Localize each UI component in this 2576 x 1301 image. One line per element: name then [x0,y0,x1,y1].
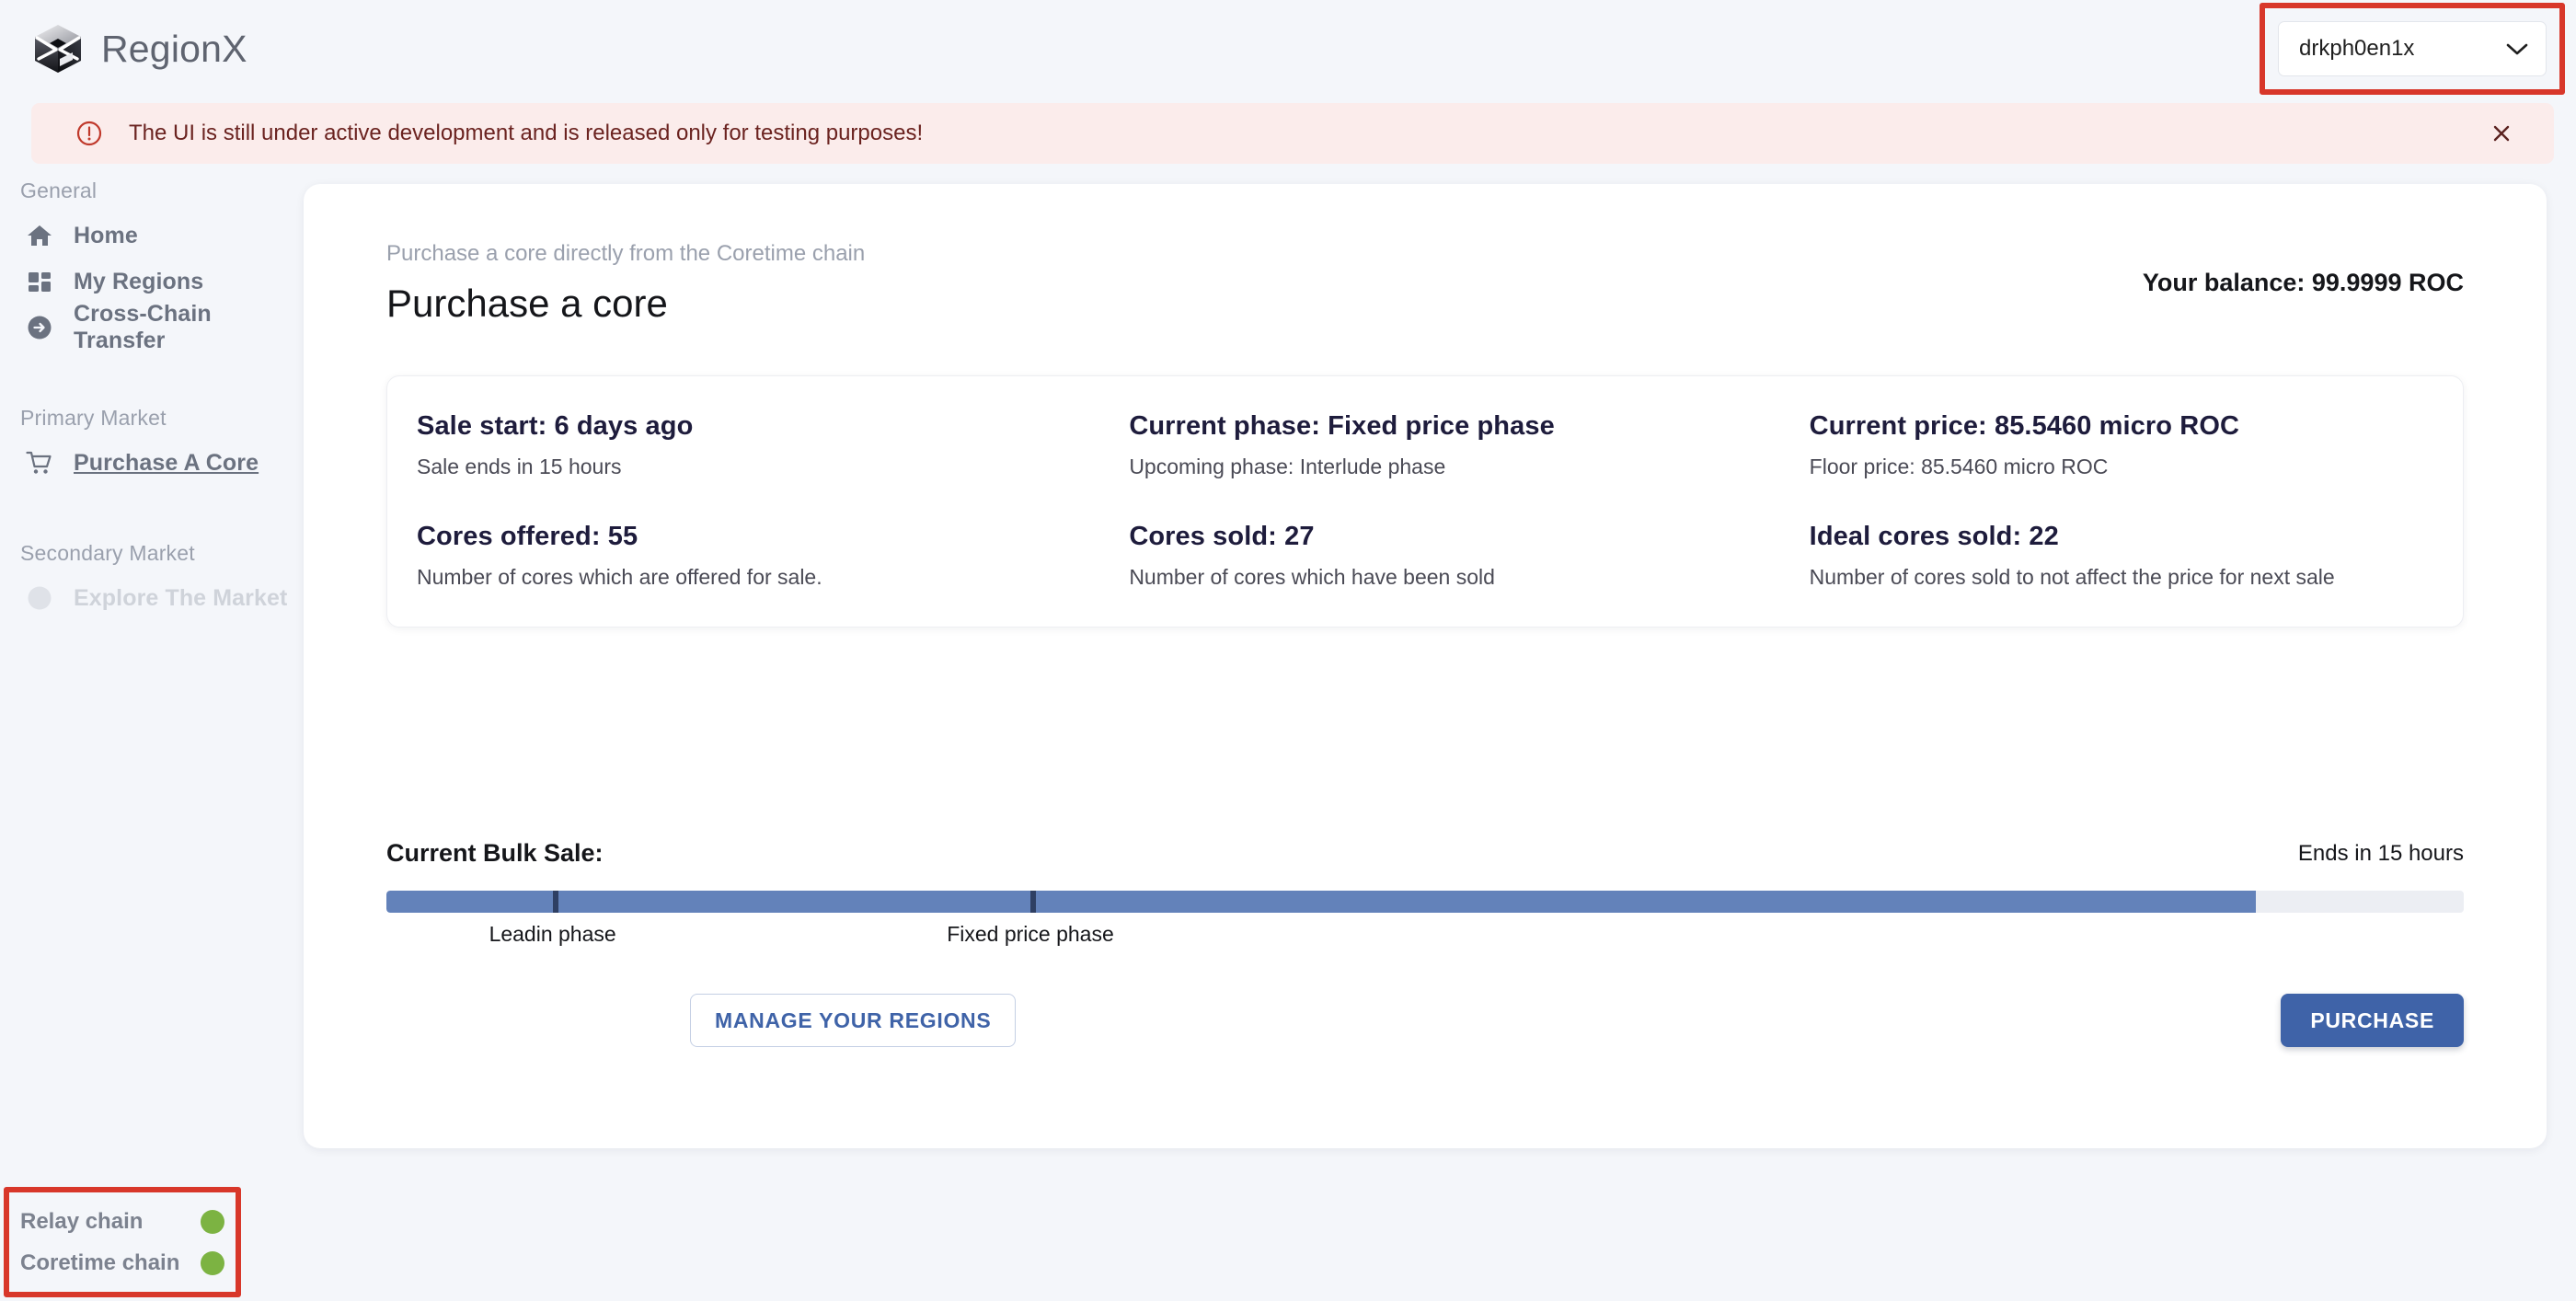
cores-offered-cell: Cores offered: 55 Number of cores which … [387,522,1099,590]
sidebar-item-home[interactable]: Home [0,213,304,259]
chain-status-coretime: Coretime chain [20,1242,224,1284]
current-price-heading: Current price: 85.5460 micro ROC [1810,411,2463,442]
account-selector[interactable]: drkph0en1x [2278,21,2547,76]
sale-start-cell: Sale start: 6 days ago Sale ends in 15 h… [387,411,1099,479]
sale-info-card: Sale start: 6 days ago Sale ends in 15 h… [386,375,2464,627]
chevron-down-icon [2505,41,2529,56]
bulk-sale-ends-in: Ends in 15 hours [2298,841,2464,867]
home-icon [26,222,53,249]
page-title: Purchase a core [386,282,865,326]
sale-start-sub: Sale ends in 15 hours [417,455,1099,479]
sidebar-item-my-regions[interactable]: My Regions [0,259,304,305]
phase-marker-leadin [553,891,558,913]
sidebar-item-label: Home [74,223,138,249]
ideal-cores-sold-cell: Ideal cores sold: 22 Number of cores sol… [1780,522,2463,590]
status-dot-icon [201,1251,224,1275]
floor-price-sub: Floor price: 85.5460 micro ROC [1810,455,2463,479]
sidebar-item-label: My Regions [74,269,203,295]
bulk-sale-title: Current Bulk Sale: [386,839,604,868]
page-subtitle: Purchase a core directly from the Coreti… [386,241,865,267]
bulk-sale-progress-bar[interactable] [386,891,2464,913]
chain-status-relay: Relay chain [20,1201,224,1242]
account-name: drkph0en1x [2299,36,2414,62]
dev-warning-alert: The UI is still under active development… [31,103,2554,164]
sidebar-item-cross-chain-transfer[interactable]: Cross-Chain Transfer [0,305,304,351]
sidebar-item-label: Explore The Market [74,585,287,612]
sidebar-section-secondary-market: Secondary Market [20,541,304,566]
status-dot-icon [201,1210,224,1234]
brand-name: RegionX [101,28,247,71]
sale-start-heading: Sale start: 6 days ago [417,411,1099,442]
current-price-cell: Current price: 85.5460 micro ROC Floor p… [1780,411,2463,479]
alert-message: The UI is still under active development… [129,121,923,146]
chain-status-label: Relay chain [20,1209,143,1235]
account-selector-highlight: drkph0en1x [2260,3,2565,95]
page-header: Purchase a core directly from the Coreti… [386,241,2464,326]
current-phase-cell: Current phase: Fixed price phase Upcomin… [1099,411,1779,479]
sidebar: General Home My Regions Cross-Chain [0,164,304,1301]
current-phase-sub: Upcoming phase: Interlude phase [1129,455,1779,479]
manage-your-regions-button[interactable]: MANAGE YOUR REGIONS [690,994,1016,1047]
sale-info-row: Sale start: 6 days ago Sale ends in 15 h… [387,411,2463,479]
arrow-circle-right-icon [26,314,53,341]
cores-sold-heading: Cores sold: 27 [1129,522,1779,552]
phase-label-fixed-price: Fixed price phase [947,922,1114,947]
main-panel: Purchase a core directly from the Coreti… [304,184,2547,1148]
cube-logo-icon [31,22,85,75]
shopping-cart-icon [26,449,53,477]
bulk-sale-header: Current Bulk Sale: Ends in 15 hours [386,839,2464,868]
dashboard-grid-icon [26,268,53,295]
cores-offered-heading: Cores offered: 55 [417,522,1099,552]
top-bar: RegionX drkph0en1x [0,0,2576,98]
phase-label-leadin: Leadin phase [489,922,616,947]
balance-display: Your balance: 99.9999 ROC [2143,269,2464,297]
phase-marker-fixed-price [1030,891,1036,913]
close-icon[interactable] [2488,120,2515,147]
cores-offered-sub: Number of cores which are offered for sa… [417,565,1099,590]
purchase-button[interactable]: PURCHASE [2281,994,2464,1047]
progress-fill [386,891,2256,913]
sidebar-item-label: Purchase A Core [74,450,259,477]
sidebar-item-label: Cross-Chain Transfer [74,301,304,354]
sale-info-row: Cores offered: 55 Number of cores which … [387,522,2463,590]
compass-icon [26,584,53,612]
brand: RegionX [31,22,247,75]
ideal-cores-sold-heading: Ideal cores sold: 22 [1810,522,2463,552]
sidebar-section-general: General [20,178,304,203]
cores-sold-sub: Number of cores which have been sold [1129,565,1779,590]
chain-status-label: Coretime chain [20,1250,179,1276]
ideal-cores-sold-sub: Number of cores sold to not affect the p… [1810,565,2463,590]
cores-sold-cell: Cores sold: 27 Number of cores which hav… [1099,522,1779,590]
alert-circle-icon [75,120,103,147]
sidebar-section-primary-market: Primary Market [20,406,304,431]
chain-status-highlight: Relay chain Coretime chain [4,1187,241,1297]
sidebar-item-explore-the-market: Explore The Market [0,575,304,621]
current-phase-heading: Current phase: Fixed price phase [1129,411,1779,442]
sidebar-item-purchase-a-core[interactable]: Purchase A Core [0,440,304,486]
